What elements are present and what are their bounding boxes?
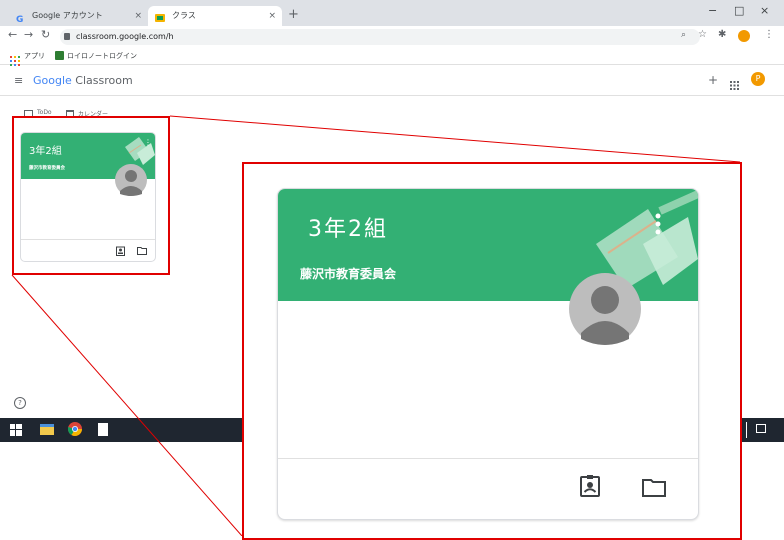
user-avatar[interactable]: P bbox=[751, 72, 765, 86]
address-bar[interactable]: classroom.google.com/h bbox=[60, 29, 700, 45]
reload-icon[interactable]: ↻ bbox=[41, 28, 50, 41]
main-menu-icon[interactable]: ≡ bbox=[14, 74, 23, 87]
zoom-icon[interactable]: ⌕ bbox=[681, 30, 686, 40]
tab-classroom[interactable]: クラス × bbox=[148, 6, 282, 26]
classroom-favicon-icon bbox=[155, 11, 165, 22]
highlight-box-small bbox=[12, 116, 170, 275]
windows-taskbar bbox=[0, 418, 242, 442]
highlight-box-zoomed bbox=[242, 162, 742, 540]
loilo-favicon-icon bbox=[55, 51, 64, 60]
nav-todo[interactable]: ToDo bbox=[37, 109, 52, 116]
profile-avatar[interactable] bbox=[738, 30, 750, 42]
chrome-icon[interactable] bbox=[68, 422, 82, 436]
star-icon[interactable]: ☆ bbox=[698, 29, 707, 40]
maximize-button[interactable]: □ bbox=[734, 4, 744, 17]
menu-icon[interactable]: ⋮ bbox=[764, 29, 774, 40]
extensions-icon[interactable]: ✱ bbox=[718, 29, 726, 40]
tab-close-icon[interactable]: × bbox=[268, 6, 276, 26]
tab-google-account[interactable]: G Google アカウント × bbox=[8, 6, 148, 26]
add-class-icon[interactable]: + bbox=[708, 73, 718, 87]
svg-text:G: G bbox=[16, 15, 23, 23]
forward-icon[interactable]: → bbox=[24, 28, 33, 41]
apps-grid-icon[interactable] bbox=[10, 51, 20, 66]
file-explorer-icon[interactable] bbox=[40, 424, 54, 435]
tab-label: クラス bbox=[172, 11, 196, 20]
bookmark-loilonote[interactable]: ロイロノートログイン bbox=[67, 51, 137, 61]
notification-icon[interactable] bbox=[756, 424, 766, 433]
windows-start-icon[interactable] bbox=[10, 424, 22, 436]
back-icon[interactable]: ← bbox=[8, 28, 17, 41]
logo-classroom: Classroom bbox=[71, 74, 133, 87]
close-window-button[interactable]: × bbox=[760, 4, 769, 17]
classroom-logo[interactable]: Google Classroom bbox=[33, 74, 133, 87]
tab-close-icon[interactable]: × bbox=[134, 6, 142, 26]
logo-google: Google bbox=[33, 74, 72, 87]
bookmark-apps[interactable]: アプリ bbox=[24, 51, 45, 61]
tab-label: Google アカウント bbox=[32, 11, 103, 20]
taskbar-separator bbox=[746, 422, 747, 438]
lock-icon bbox=[64, 33, 70, 40]
minimize-button[interactable]: − bbox=[708, 4, 717, 17]
document-app-icon[interactable] bbox=[98, 423, 108, 436]
google-apps-icon[interactable] bbox=[730, 75, 739, 90]
google-g-icon: G bbox=[15, 11, 25, 25]
url-text: classroom.google.com/h bbox=[76, 32, 174, 41]
help-icon[interactable]: ? bbox=[14, 397, 26, 409]
new-tab-button[interactable]: + bbox=[288, 6, 299, 24]
